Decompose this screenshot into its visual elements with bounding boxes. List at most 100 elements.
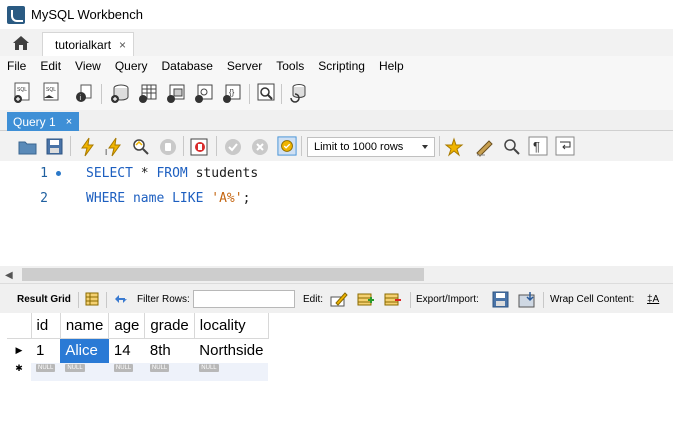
null-badge: NULL: [149, 364, 170, 372]
main-toolbar: SQL SQL i {}: [0, 76, 673, 110]
execute-current-statement-icon[interactable]: I: [104, 136, 124, 158]
explain-icon[interactable]: [131, 136, 151, 158]
connection-tab-label: tutorialkart: [55, 37, 112, 52]
cell-age[interactable]: 14: [109, 338, 145, 363]
toolbar-separator: [78, 292, 79, 308]
table-row[interactable]: ▶ 1 Alice 14 8th Northside: [7, 338, 268, 363]
result-grid-label[interactable]: Result Grid: [17, 294, 71, 305]
row-marker-icon[interactable]: ▶: [7, 338, 31, 363]
column-header-locality[interactable]: locality: [194, 313, 269, 339]
new-cell-name[interactable]: NULL: [60, 363, 109, 381]
save-icon[interactable]: [45, 136, 65, 158]
word-wrap-icon[interactable]: [555, 135, 575, 157]
wrap-cell-toggle-icon[interactable]: ‡A: [647, 294, 659, 305]
menu-edit[interactable]: Edit: [33, 59, 68, 73]
cell-name[interactable]: Alice: [60, 338, 109, 363]
reconnect-icon[interactable]: [288, 82, 308, 104]
toolbar-separator: [410, 292, 411, 308]
column-header-id[interactable]: id: [31, 313, 61, 339]
result-grid-toolbar: Result Grid Filter Rows: Edit: Export/Im…: [0, 283, 673, 313]
toolbar-separator: [281, 84, 282, 104]
create-function-icon[interactable]: {}: [222, 82, 242, 104]
stop-on-error-icon[interactable]: [190, 136, 210, 158]
row-header-corner: [7, 313, 32, 339]
find-icon[interactable]: [502, 136, 522, 158]
menu-tools[interactable]: Tools: [269, 59, 311, 73]
tab-query-1[interactable]: Query 1 ×: [7, 112, 79, 131]
new-cell-grade[interactable]: NULL: [144, 363, 195, 381]
create-table-icon[interactable]: [138, 82, 158, 104]
menu-view[interactable]: View: [68, 59, 108, 73]
invisible-characters-icon[interactable]: ¶: [528, 135, 548, 157]
create-procedure-icon[interactable]: [194, 82, 214, 104]
commit-icon[interactable]: [223, 136, 243, 158]
column-header-grade[interactable]: grade: [144, 313, 195, 339]
menu-query[interactable]: Query: [108, 59, 155, 73]
code-line[interactable]: 1 SELECT * FROM students: [0, 163, 673, 183]
new-row[interactable]: ✱ NULL NULL NULL NULL NULL: [7, 363, 269, 381]
sql-keyword: SELECT: [86, 165, 133, 181]
string-literal: 'A%': [211, 190, 243, 206]
sql-editor[interactable]: 1 SELECT * FROM students 2 WHERE name LIKE …: [0, 161, 673, 266]
export-icon[interactable]: [492, 291, 510, 308]
menu-help[interactable]: Help: [372, 59, 411, 73]
menu-scripting[interactable]: Scripting: [311, 59, 372, 73]
open-sql-script-icon[interactable]: SQL: [42, 82, 62, 104]
code-line[interactable]: 2 WHERE name LIKE 'A%';: [0, 188, 673, 208]
stop-icon[interactable]: [158, 136, 178, 158]
filter-rows-input[interactable]: [193, 290, 295, 308]
cell-locality[interactable]: Northside: [194, 338, 268, 363]
menu-file[interactable]: File: [0, 59, 33, 73]
sql-keyword: FROM: [156, 165, 188, 181]
sql-keyword: LIKE: [172, 190, 204, 206]
open-folder-icon[interactable]: [18, 136, 38, 158]
toolbar-separator: [439, 136, 440, 156]
delete-row-icon[interactable]: [384, 291, 402, 307]
wrap-cell-label: Wrap Cell Content:: [550, 294, 635, 305]
column-header-name[interactable]: name: [60, 313, 110, 339]
cell-id[interactable]: 1: [31, 338, 60, 363]
sql-token: students: [187, 165, 259, 181]
menu-server[interactable]: Server: [220, 59, 269, 73]
home-icon[interactable]: [12, 35, 30, 51]
add-snippet-icon[interactable]: [444, 136, 464, 158]
create-view-icon[interactable]: [166, 82, 186, 104]
cell-grade[interactable]: 8th: [145, 338, 194, 363]
autocommit-toggle-icon[interactable]: [277, 135, 297, 157]
refresh-icon[interactable]: [113, 292, 129, 306]
toolbar-separator: [543, 292, 544, 308]
editor-tab-bar: Query 1 ×: [0, 110, 673, 131]
close-icon[interactable]: ×: [119, 38, 126, 52]
create-schema-icon[interactable]: [110, 82, 130, 104]
new-cell-age[interactable]: NULL: [108, 363, 145, 381]
svg-text:SQL: SQL: [46, 87, 56, 93]
null-badge: NULL: [65, 364, 85, 372]
chevron-down-icon: [422, 145, 428, 149]
sql-token: *: [132, 165, 157, 181]
beautify-icon[interactable]: [475, 136, 495, 158]
toolbar-separator: [249, 84, 250, 104]
svg-text:I: I: [105, 148, 107, 157]
new-row-marker-icon: ✱: [7, 363, 31, 381]
toolbar-separator: [183, 136, 184, 156]
import-icon[interactable]: [518, 291, 538, 308]
close-icon[interactable]: ×: [66, 116, 72, 128]
editor-horizontal-scrollbar[interactable]: ◀: [0, 266, 673, 283]
scrollbar-thumb[interactable]: [22, 268, 424, 281]
connection-tab-tutorialkart[interactable]: tutorialkart ×: [42, 32, 134, 56]
toolbar-separator: [301, 136, 302, 156]
new-sql-tab-icon[interactable]: SQL: [13, 82, 33, 104]
new-cell-locality[interactable]: NULL: [194, 363, 269, 381]
inspector-icon[interactable]: i: [74, 82, 94, 104]
search-table-data-icon[interactable]: [256, 82, 276, 104]
limit-rows-select[interactable]: Limit to 1000 rows: [307, 137, 435, 157]
column-header-age[interactable]: age: [108, 313, 146, 339]
edit-row-icon[interactable]: [330, 291, 348, 307]
menu-database[interactable]: Database: [155, 59, 220, 73]
insert-row-icon[interactable]: [357, 291, 375, 307]
new-cell-id[interactable]: NULL: [31, 363, 61, 381]
execute-icon[interactable]: [78, 136, 98, 158]
rollback-icon[interactable]: [250, 136, 270, 158]
grid-view-icon[interactable]: [85, 292, 99, 306]
scroll-left-icon[interactable]: ◀: [5, 270, 13, 281]
